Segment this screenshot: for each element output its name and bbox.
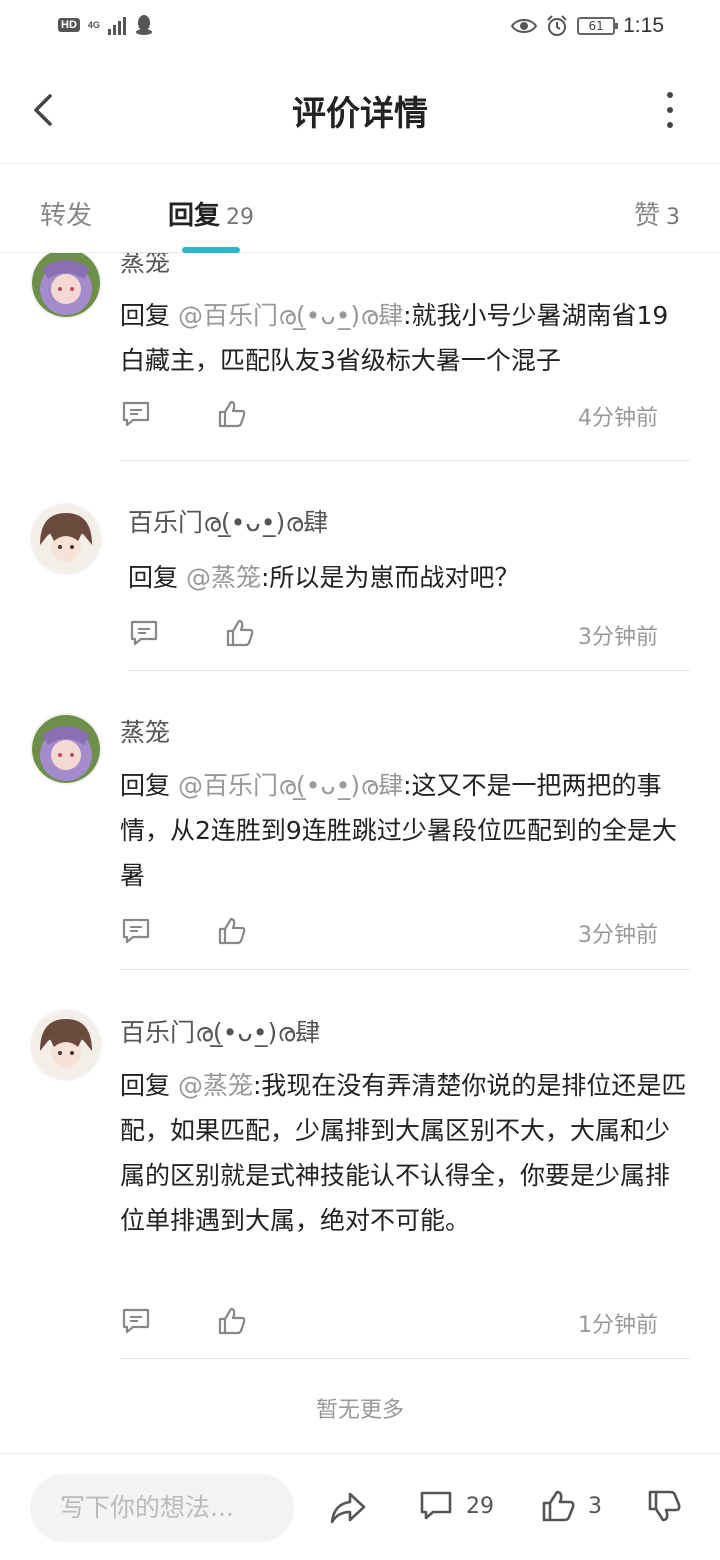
status-bar: HD 4G 61 1:15 [0,0,720,56]
tab-like-label: 赞 [633,201,660,231]
comment-icon[interactable] [128,617,160,649]
bottom-action-bar: 写下你的想法... 29 3 [0,1453,720,1560]
avatar[interactable] [32,1011,100,1079]
tab-forward-label: 转发 [40,201,93,231]
comment-username[interactable]: 蒸笼 [120,253,170,279]
tab-bar: 转发 回复 29 赞3 [0,165,720,253]
share-button[interactable] [328,1488,368,1528]
reply-prefix: 回复 [120,771,171,800]
mention-link[interactable]: @百乐门ര(̲•ᴗ•̲)ര肆 [178,771,403,800]
tab-forward[interactable]: 转发 [40,195,92,232]
like-icon[interactable] [224,617,256,649]
status-right: 61 1:15 [511,14,664,38]
like-icon[interactable] [216,915,248,947]
comment-text: 回复 @蒸笼:所以是为崽而战对吧？ [128,555,698,600]
comment-time: 3分钟前 [578,625,658,650]
tab-like[interactable]: 赞3 [634,195,680,232]
share-icon [330,1492,366,1524]
comment-text: 回复 @百乐门ര(̲•ᴗ•̲)ര肆:这又不是一把两把的事情，从2连胜到9连胜跳过… [120,763,690,898]
comments-button[interactable]: 29 [418,1488,494,1524]
comment-actions: 3分钟前 [120,915,690,955]
avatar[interactable] [32,253,100,317]
reply-prefix: 回复 [120,1071,171,1100]
comment-input[interactable]: 写下你的想法... [30,1474,294,1542]
comment-count: 29 [466,1493,494,1519]
comment-text: 回复 @百乐门ര(̲•ᴗ•̲)ര肆:就我小号少暑湖南省19白藏主，匹配队友3省级… [120,293,690,383]
tab-reply[interactable]: 回复 29 [168,195,254,232]
mention-link[interactable]: @百乐门ര(̲•ᴗ•̲)ര肆 [178,301,403,330]
comment-icon[interactable] [120,915,152,947]
reply-prefix: 回复 [128,563,179,592]
dislike-icon [648,1490,681,1522]
comment-time: 3分钟前 [578,923,658,948]
comment-icon [420,1491,452,1520]
comment-actions: 3分钟前 [128,617,690,657]
comment-icon[interactable] [120,1305,152,1337]
reply-prefix: 回复 [120,301,171,330]
battery-icon: 61 [577,17,619,35]
comment-time: 1分钟前 [578,1313,658,1338]
like-button[interactable]: 3 [540,1488,602,1524]
divider [128,670,690,671]
comment-username[interactable]: 百乐门ര(̲•ᴗ•̲)ര肆 [128,503,328,539]
no-more-label: 暂无更多 [315,1398,404,1423]
divider [120,460,690,461]
like-count: 3 [588,1493,602,1519]
mention-link[interactable]: @蒸笼 [178,1071,253,1100]
hd-badge: HD [58,18,80,32]
comment-time: 4分钟前 [578,406,658,431]
app-header: 评价详情 [0,56,720,164]
comment-list[interactable]: 蒸笼 回复 @百乐门ര(̲•ᴗ•̲)ര肆:就我小号少暑湖南省19白藏主，匹配队友… [0,253,720,1453]
tab-reply-count: 29 [226,205,255,230]
like-icon [542,1490,575,1522]
alarm-icon [547,15,567,36]
divider [120,969,690,970]
avatar[interactable] [32,715,100,783]
comment-icon[interactable] [120,398,152,430]
comment-actions: 1分钟前 [120,1305,690,1345]
mention-link[interactable]: @蒸笼 [186,563,261,592]
clock: 1:15 [623,14,664,37]
network-type: 4G [87,19,100,30]
comment-actions: 4分钟前 [120,398,690,438]
tab-reply-label: 回复 [168,201,221,231]
signal-icon [107,15,126,35]
like-icon[interactable] [216,1305,248,1337]
comment-content: :所以是为崽而战对吧？ [260,563,520,592]
qq-icon [135,15,152,35]
divider [120,1358,690,1359]
eye-icon [511,19,538,33]
comment-text: 回复 @蒸笼:我现在没有弄清楚你说的是排位还是匹配，如果匹配，少属排到大属区别不… [120,1063,690,1243]
more-options-icon[interactable] [660,92,680,128]
page-title: 评价详情 [292,94,428,134]
status-left: HD 4G [58,14,154,36]
tab-like-count: 3 [666,205,680,230]
comment-username[interactable]: 蒸笼 [120,713,170,749]
comment-username[interactable]: 百乐门ര(̲•ᴗ•̲)ര肆 [120,1013,320,1049]
like-icon[interactable] [216,398,248,430]
avatar[interactable] [32,505,100,573]
dislike-button[interactable] [646,1488,682,1524]
